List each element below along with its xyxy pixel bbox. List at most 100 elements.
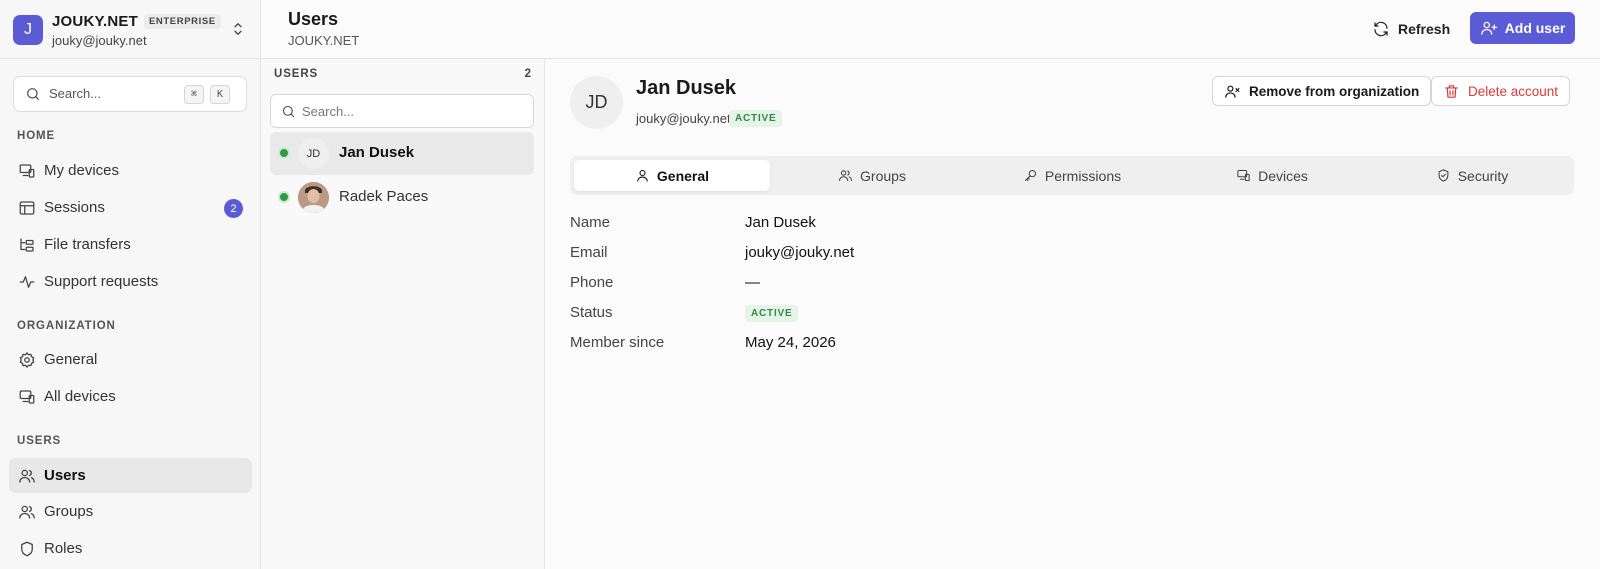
tab-security[interactable]: Security xyxy=(1374,160,1570,191)
remove-label: Remove from organization xyxy=(1249,83,1420,99)
org-name: JOUKY.NET xyxy=(52,13,138,30)
search-icon xyxy=(282,105,295,118)
tab-label: Security xyxy=(1457,167,1509,184)
sidebar-item-general[interactable]: General xyxy=(9,342,252,377)
user-list-item[interactable]: JD Jan Dusek xyxy=(270,132,534,175)
sidebar-item-label: Support requests xyxy=(44,273,159,290)
devices-icon xyxy=(19,389,35,404)
tab-label: Devices xyxy=(1258,167,1308,184)
groups-icon xyxy=(839,170,852,182)
user-list-count: 2 xyxy=(524,68,531,80)
sidebar-search[interactable]: Search... ⌘ K xyxy=(13,76,247,112)
sessions-icon xyxy=(19,200,35,215)
delete-account-button[interactable]: Delete account xyxy=(1431,76,1571,106)
page-subtitle: JOUKY.NET xyxy=(288,33,360,48)
sidebar-section-home: HOME xyxy=(17,130,56,142)
user-name: Radek Paces xyxy=(339,188,429,205)
user-icon xyxy=(637,169,648,182)
sidebar-item-label: File transfers xyxy=(44,236,131,253)
user-list-heading: USERS xyxy=(274,68,319,80)
online-status-dot xyxy=(278,147,290,159)
tab-general[interactable]: General xyxy=(574,160,770,191)
page-title: Users xyxy=(288,9,339,29)
groups-icon xyxy=(19,505,35,519)
status-badge: ACTIVE xyxy=(745,305,799,322)
tab-label: Groups xyxy=(860,167,906,184)
trash-icon xyxy=(1445,84,1458,98)
avatar: JD xyxy=(298,138,329,169)
online-status-dot xyxy=(278,191,290,203)
sidebar-item-groups[interactable]: Groups xyxy=(9,494,252,529)
field-label-email: Email xyxy=(570,244,608,261)
refresh-label: Refresh xyxy=(1398,21,1451,37)
detail-tabs: General Groups Permissions Devices Secur… xyxy=(570,156,1574,195)
gear-icon xyxy=(19,351,35,368)
user-search[interactable] xyxy=(270,94,534,128)
sidebar-item-label: Sessions xyxy=(44,199,105,216)
sidebar: J JOUKY.NET ENTERPRISE jouky@jouky.net S… xyxy=(0,0,261,569)
sidebar-item-label: General xyxy=(44,351,98,368)
user-plus-icon xyxy=(1480,21,1497,35)
activity-icon xyxy=(19,275,35,288)
tab-label: Permissions xyxy=(1044,167,1122,184)
org-avatar: J xyxy=(13,15,43,45)
users-icon xyxy=(19,469,35,483)
field-label-phone: Phone xyxy=(570,274,614,291)
user-detail-email: jouky@jouky.net xyxy=(636,111,731,126)
org-switcher[interactable]: J JOUKY.NET ENTERPRISE jouky@jouky.net xyxy=(0,0,260,59)
tab-permissions[interactable]: Permissions xyxy=(974,160,1170,191)
field-label-member-since: Member since xyxy=(570,334,665,351)
status-badge: ACTIVE xyxy=(729,110,783,127)
chevron-up-down-icon[interactable] xyxy=(229,20,247,38)
tab-label: General xyxy=(656,167,710,184)
user-list-item[interactable]: Radek Paces xyxy=(270,176,534,219)
user-name: Jan Dusek xyxy=(339,144,415,161)
add-user-label: Add user xyxy=(1504,20,1566,36)
sidebar-item-sessions[interactable]: Sessions 2 xyxy=(9,190,252,225)
sidebar-item-label: My devices xyxy=(44,162,120,179)
sidebar-section-organization: ORGANIZATION xyxy=(17,320,116,332)
sidebar-section-users: USERS xyxy=(17,435,62,447)
sidebar-search-placeholder: Search... xyxy=(49,86,102,101)
sidebar-item-support-requests[interactable]: Support requests xyxy=(9,264,252,299)
delete-label: Delete account xyxy=(1468,83,1559,99)
sidebar-item-file-transfers[interactable]: File transfers xyxy=(9,227,252,262)
field-value-email: jouky@jouky.net xyxy=(745,244,855,261)
sidebar-item-all-devices[interactable]: All devices xyxy=(9,379,252,414)
sessions-count-badge: 2 xyxy=(224,199,243,218)
avatar xyxy=(298,182,329,213)
search-icon xyxy=(27,88,39,100)
field-label-name: Name xyxy=(570,214,611,231)
page-header: Users JOUKY.NET Refresh Add user xyxy=(261,0,1600,59)
field-value-name: Jan Dusek xyxy=(745,214,816,231)
add-user-button[interactable]: Add user xyxy=(1470,12,1575,44)
devices-icon xyxy=(19,163,35,178)
shortcut-key-cmd: ⌘ xyxy=(184,85,204,104)
avatar: JD xyxy=(570,76,623,129)
key-icon xyxy=(1024,169,1036,182)
shield-icon xyxy=(21,541,33,556)
refresh-button[interactable]: Refresh xyxy=(1366,14,1456,44)
devices-icon xyxy=(1237,169,1250,182)
file-transfer-icon xyxy=(20,237,34,252)
user-remove-icon xyxy=(1225,85,1240,98)
sidebar-item-label: Roles xyxy=(44,540,83,557)
sidebar-item-label: Users xyxy=(44,467,86,484)
tab-groups[interactable]: Groups xyxy=(774,160,970,191)
sidebar-item-label: All devices xyxy=(44,388,116,405)
user-search-input[interactable] xyxy=(302,101,522,121)
field-value-member-since: May 24, 2026 xyxy=(745,334,836,351)
sidebar-item-label: Groups xyxy=(44,503,94,520)
sidebar-item-users[interactable]: Users xyxy=(9,458,252,493)
sidebar-item-roles[interactable]: Roles xyxy=(9,531,252,566)
field-label-status: Status xyxy=(570,304,613,321)
shortcut-key-k: K xyxy=(210,85,230,104)
remove-from-organization-button[interactable]: Remove from organization xyxy=(1212,76,1432,106)
field-value-phone: — xyxy=(745,274,760,291)
user-detail-name: Jan Dusek xyxy=(636,77,737,99)
plan-badge: ENTERPRISE xyxy=(144,14,221,29)
sidebar-item-my-devices[interactable]: My devices xyxy=(9,153,252,188)
refresh-icon xyxy=(1374,21,1388,37)
org-email: jouky@jouky.net xyxy=(52,33,147,48)
tab-devices[interactable]: Devices xyxy=(1174,160,1370,191)
